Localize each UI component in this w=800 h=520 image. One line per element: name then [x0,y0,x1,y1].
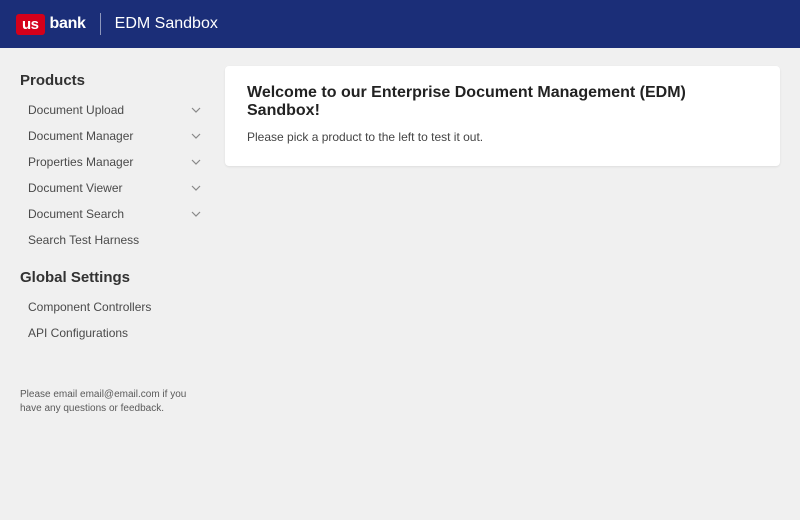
sidebar-item-document-search[interactable]: Document Search [20,201,205,227]
welcome-body: Please pick a product to the left to tes… [247,130,758,144]
sidebar-item-properties-manager[interactable]: Properties Manager [20,149,205,175]
sidebar-item-search-test-harness[interactable]: Search Test Harness [20,227,205,253]
sidebar-item-label: Document Viewer [28,181,123,195]
sidebar-item-document-upload[interactable]: Document Upload [20,97,205,123]
chevron-down-icon [191,105,201,115]
body: Products Document Upload Document Manage… [0,48,800,434]
sidebar-item-label: Component Controllers [28,300,151,314]
chevron-down-icon [191,131,201,141]
sidebar-section-products: Products [20,72,205,89]
sidebar-item-label: Properties Manager [28,155,133,169]
sidebar-item-label: Document Search [28,207,124,221]
sidebar-item-component-controllers[interactable]: Component Controllers [20,294,205,320]
sidebar: Products Document Upload Document Manage… [20,66,205,416]
logo-us: us [16,14,45,35]
welcome-title: Welcome to our Enterprise Document Manag… [247,84,758,120]
app-header: us bank EDM Sandbox [0,0,800,48]
header-divider [100,13,101,35]
sidebar-item-label: Document Manager [28,129,133,143]
sidebar-item-api-configurations[interactable]: API Configurations [20,320,205,346]
header-title: EDM Sandbox [115,15,218,33]
sidebar-item-document-viewer[interactable]: Document Viewer [20,175,205,201]
brand-logo: us bank [16,14,86,35]
sidebar-item-label: API Configurations [28,326,128,340]
sidebar-footer-note: Please email email@email.com if you have… [20,388,205,416]
sidebar-section-global: Global Settings [20,269,205,286]
chevron-down-icon [191,157,201,167]
logo-bank: bank [50,15,86,33]
chevron-down-icon [191,209,201,219]
sidebar-item-label: Search Test Harness [28,233,139,247]
welcome-card: Welcome to our Enterprise Document Manag… [225,66,780,166]
sidebar-item-document-manager[interactable]: Document Manager [20,123,205,149]
sidebar-item-label: Document Upload [28,103,124,117]
main-content: Welcome to our Enterprise Document Manag… [225,66,780,416]
chevron-down-icon [191,183,201,193]
